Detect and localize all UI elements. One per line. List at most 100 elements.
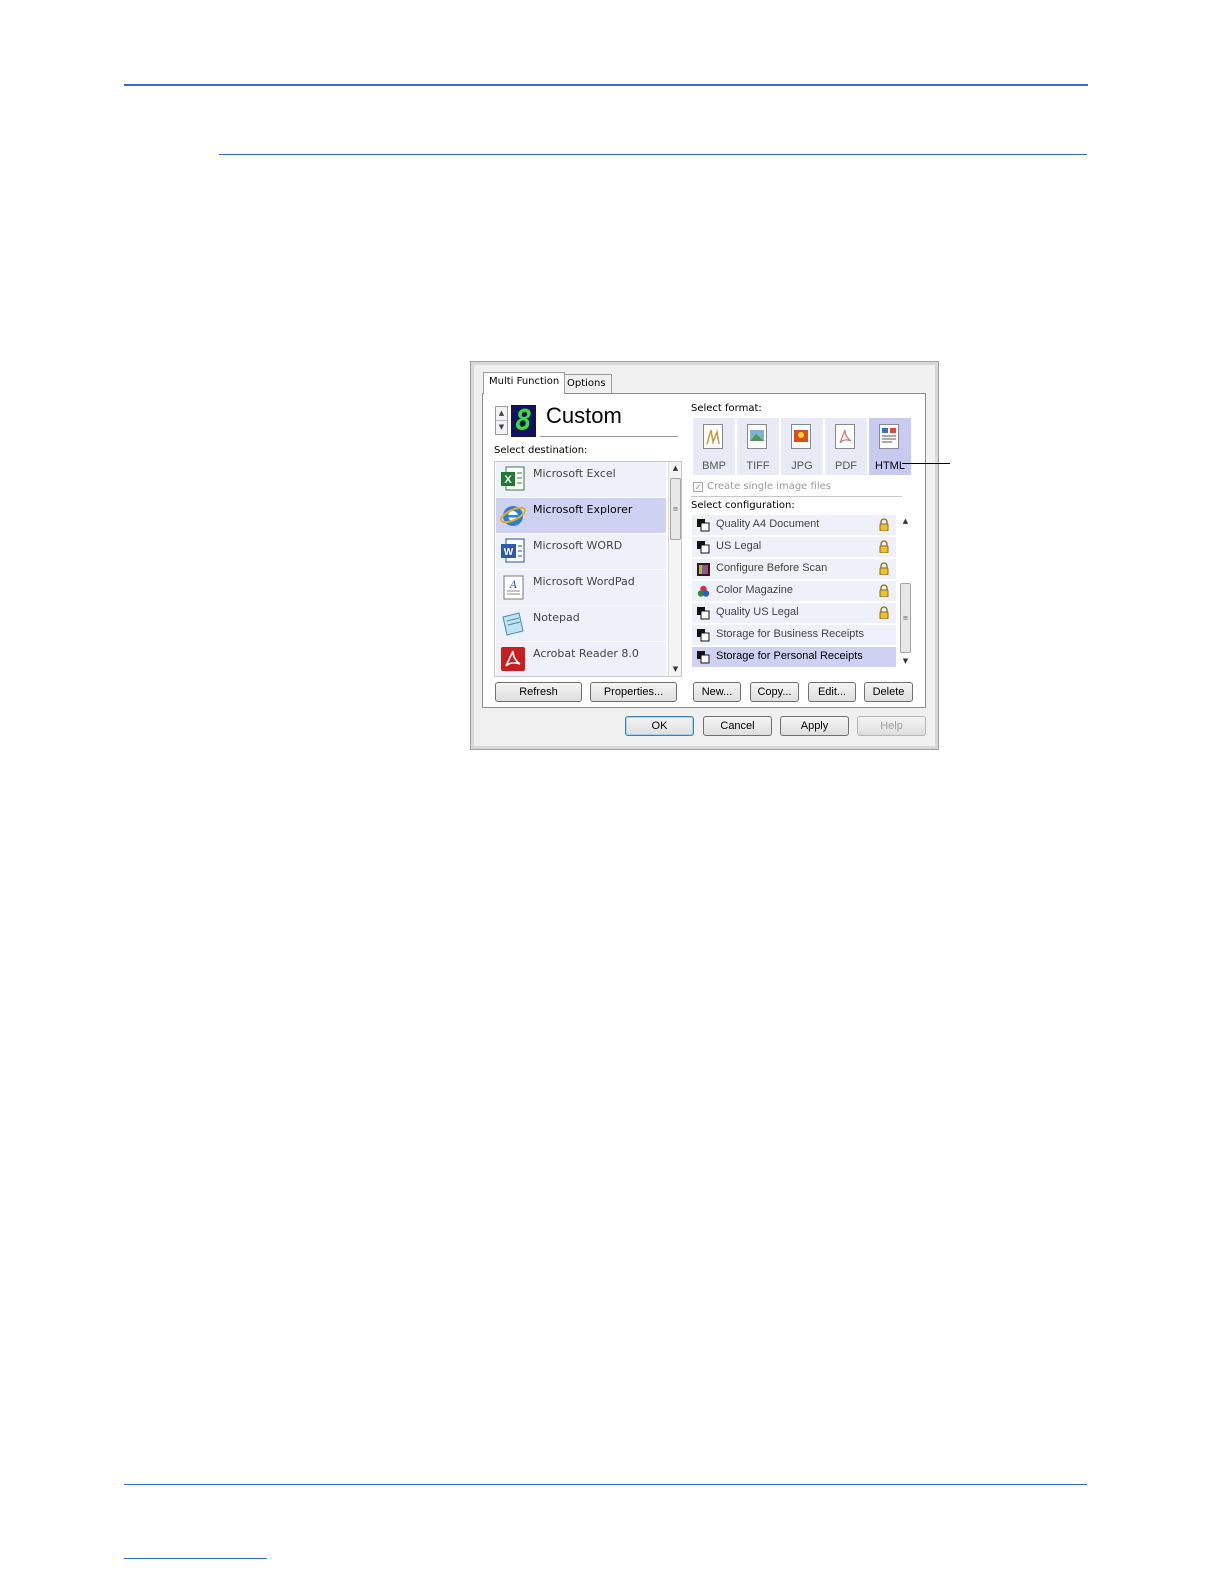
footer-link-underline <box>124 1558 267 1559</box>
apply-button[interactable]: Apply <box>780 716 849 736</box>
list-item-label: Microsoft WordPad <box>533 575 635 588</box>
configuration-label: Select configuration: <box>691 500 795 511</box>
lock-icon <box>879 518 889 531</box>
list-item[interactable]: Storage for Business Receipts <box>692 625 896 645</box>
list-item-label: Microsoft WORD <box>533 539 623 552</box>
format-jpg[interactable]: JPG <box>781 418 823 475</box>
configuration-scrollbar[interactable]: ▲ ≡ ▼ <box>899 515 913 669</box>
tab-multi-function[interactable]: Multi Function <box>483 372 566 394</box>
list-item[interactable]: Storage for Personal Receipts <box>692 647 896 667</box>
tab-options[interactable]: Options <box>561 374 612 393</box>
svg-text:X: X <box>504 474 512 486</box>
refresh-button[interactable]: Refresh <box>495 682 582 702</box>
bmp-icon <box>703 424 723 449</box>
scroll-down-icon[interactable]: ▼ <box>669 663 681 676</box>
footer-rule <box>124 1484 1087 1485</box>
format-pdf[interactable]: PDF <box>825 418 867 475</box>
notepad-icon <box>502 612 524 636</box>
list-item-label: Storage for Personal Receipts <box>716 650 863 662</box>
format-html-label: HTML <box>875 460 905 472</box>
list-item[interactable]: W Microsoft WORD <box>496 534 666 570</box>
spinner-up-icon[interactable]: ▲ <box>496 407 507 420</box>
list-item[interactable]: X Microsoft Excel <box>496 462 666 498</box>
profile-number: 8 <box>511 405 536 437</box>
edit-button[interactable]: Edit... <box>808 682 856 702</box>
list-item-label: US Legal <box>716 540 762 552</box>
scroll-down-icon[interactable]: ▼ <box>899 655 912 668</box>
format-pdf-label: PDF <box>835 460 857 472</box>
lock-icon <box>879 540 889 553</box>
lock-icon <box>879 606 889 619</box>
list-item[interactable]: Microsoft Explorer <box>496 498 666 534</box>
cancel-button[interactable]: Cancel <box>703 716 772 736</box>
acrobat-icon <box>501 647 525 671</box>
html-icon <box>879 424 899 449</box>
list-item-label: Color Magazine <box>716 584 794 596</box>
copy-button[interactable]: Copy... <box>750 682 799 702</box>
delete-button[interactable]: Delete <box>864 682 913 702</box>
list-item[interactable]: Color Magazine <box>692 581 896 601</box>
internet-explorer-icon <box>500 506 526 526</box>
header-rule <box>124 84 1088 86</box>
configure-before-scan-icon <box>697 563 710 576</box>
word-icon: W <box>501 538 525 563</box>
list-item-label: Microsoft Explorer <box>533 503 633 516</box>
scan-config-icon <box>697 651 710 664</box>
color-config-icon <box>697 585 710 597</box>
list-item-label: Storage for Business Receipts <box>716 628 864 640</box>
single-image-label: Create single image files <box>707 481 831 492</box>
profile-name: Custom <box>546 403 622 428</box>
format-bmp-label: BMP <box>702 460 726 472</box>
list-item-label: Notepad <box>533 611 580 624</box>
single-image-checkbox[interactable]: ✓ <box>693 482 703 492</box>
list-item-label: Microsoft Excel <box>533 467 616 480</box>
spinner-down-icon[interactable]: ▼ <box>496 420 507 434</box>
jpg-icon <box>791 424 811 449</box>
scan-config-icon <box>697 629 710 642</box>
svg-text:W: W <box>504 547 514 558</box>
format-label: Select format: <box>691 403 762 414</box>
callout-line <box>902 463 950 464</box>
format-bmp[interactable]: BMP <box>693 418 735 475</box>
destination-list[interactable]: X Microsoft Excel Microsoft Explorer W M… <box>494 461 682 677</box>
list-item[interactable]: A Microsoft WordPad <box>496 570 666 606</box>
profile-underline <box>540 436 678 437</box>
ok-button[interactable]: OK <box>625 716 694 736</box>
list-item-label: Configure Before Scan <box>716 562 828 574</box>
excel-icon: X <box>501 466 525 491</box>
help-button[interactable]: Help <box>857 716 926 736</box>
list-item[interactable]: US Legal <box>692 537 896 557</box>
list-item[interactable]: Configure Before Scan <box>692 559 896 579</box>
destination-scrollbar[interactable]: ▲ ≡ ▼ <box>668 462 681 676</box>
tiff-icon <box>747 424 767 449</box>
section-rule <box>219 154 1087 155</box>
lock-icon <box>879 584 889 597</box>
format-jpg-label: JPG <box>791 460 813 472</box>
scroll-thumb[interactable]: ≡ <box>900 583 911 653</box>
profile-spinner[interactable]: ▲ ▼ <box>495 406 508 435</box>
format-html[interactable]: HTML <box>869 418 911 475</box>
list-item[interactable]: Notepad <box>496 606 666 642</box>
scan-config-icon <box>697 607 710 620</box>
destination-label: Select destination: <box>494 445 588 456</box>
new-button[interactable]: New... <box>693 682 741 702</box>
scroll-up-icon[interactable]: ▲ <box>899 515 912 528</box>
list-item[interactable]: Quality US Legal <box>692 603 896 623</box>
properties-button[interactable]: Properties... <box>590 682 677 702</box>
scroll-thumb[interactable]: ≡ <box>670 478 681 540</box>
format-divider <box>691 496 902 497</box>
list-item[interactable]: Acrobat Reader 8.0 <box>496 642 666 676</box>
scan-config-icon <box>697 519 710 532</box>
svg-text:A: A <box>509 580 517 591</box>
list-item-label: Quality A4 Document <box>716 518 820 530</box>
lock-icon <box>879 562 889 575</box>
scroll-up-icon[interactable]: ▲ <box>669 462 681 475</box>
wordpad-icon: A <box>503 575 524 600</box>
configuration-list[interactable]: Quality A4 Document US Legal Configure B… <box>691 513 914 669</box>
list-item[interactable]: Quality A4 Document <box>692 515 896 535</box>
format-tiff-label: TIFF <box>746 460 770 472</box>
format-tiff[interactable]: TIFF <box>737 418 779 475</box>
list-item-label: Quality US Legal <box>716 606 799 618</box>
scan-config-icon <box>697 541 710 554</box>
list-item-label: Acrobat Reader 8.0 <box>533 647 639 660</box>
